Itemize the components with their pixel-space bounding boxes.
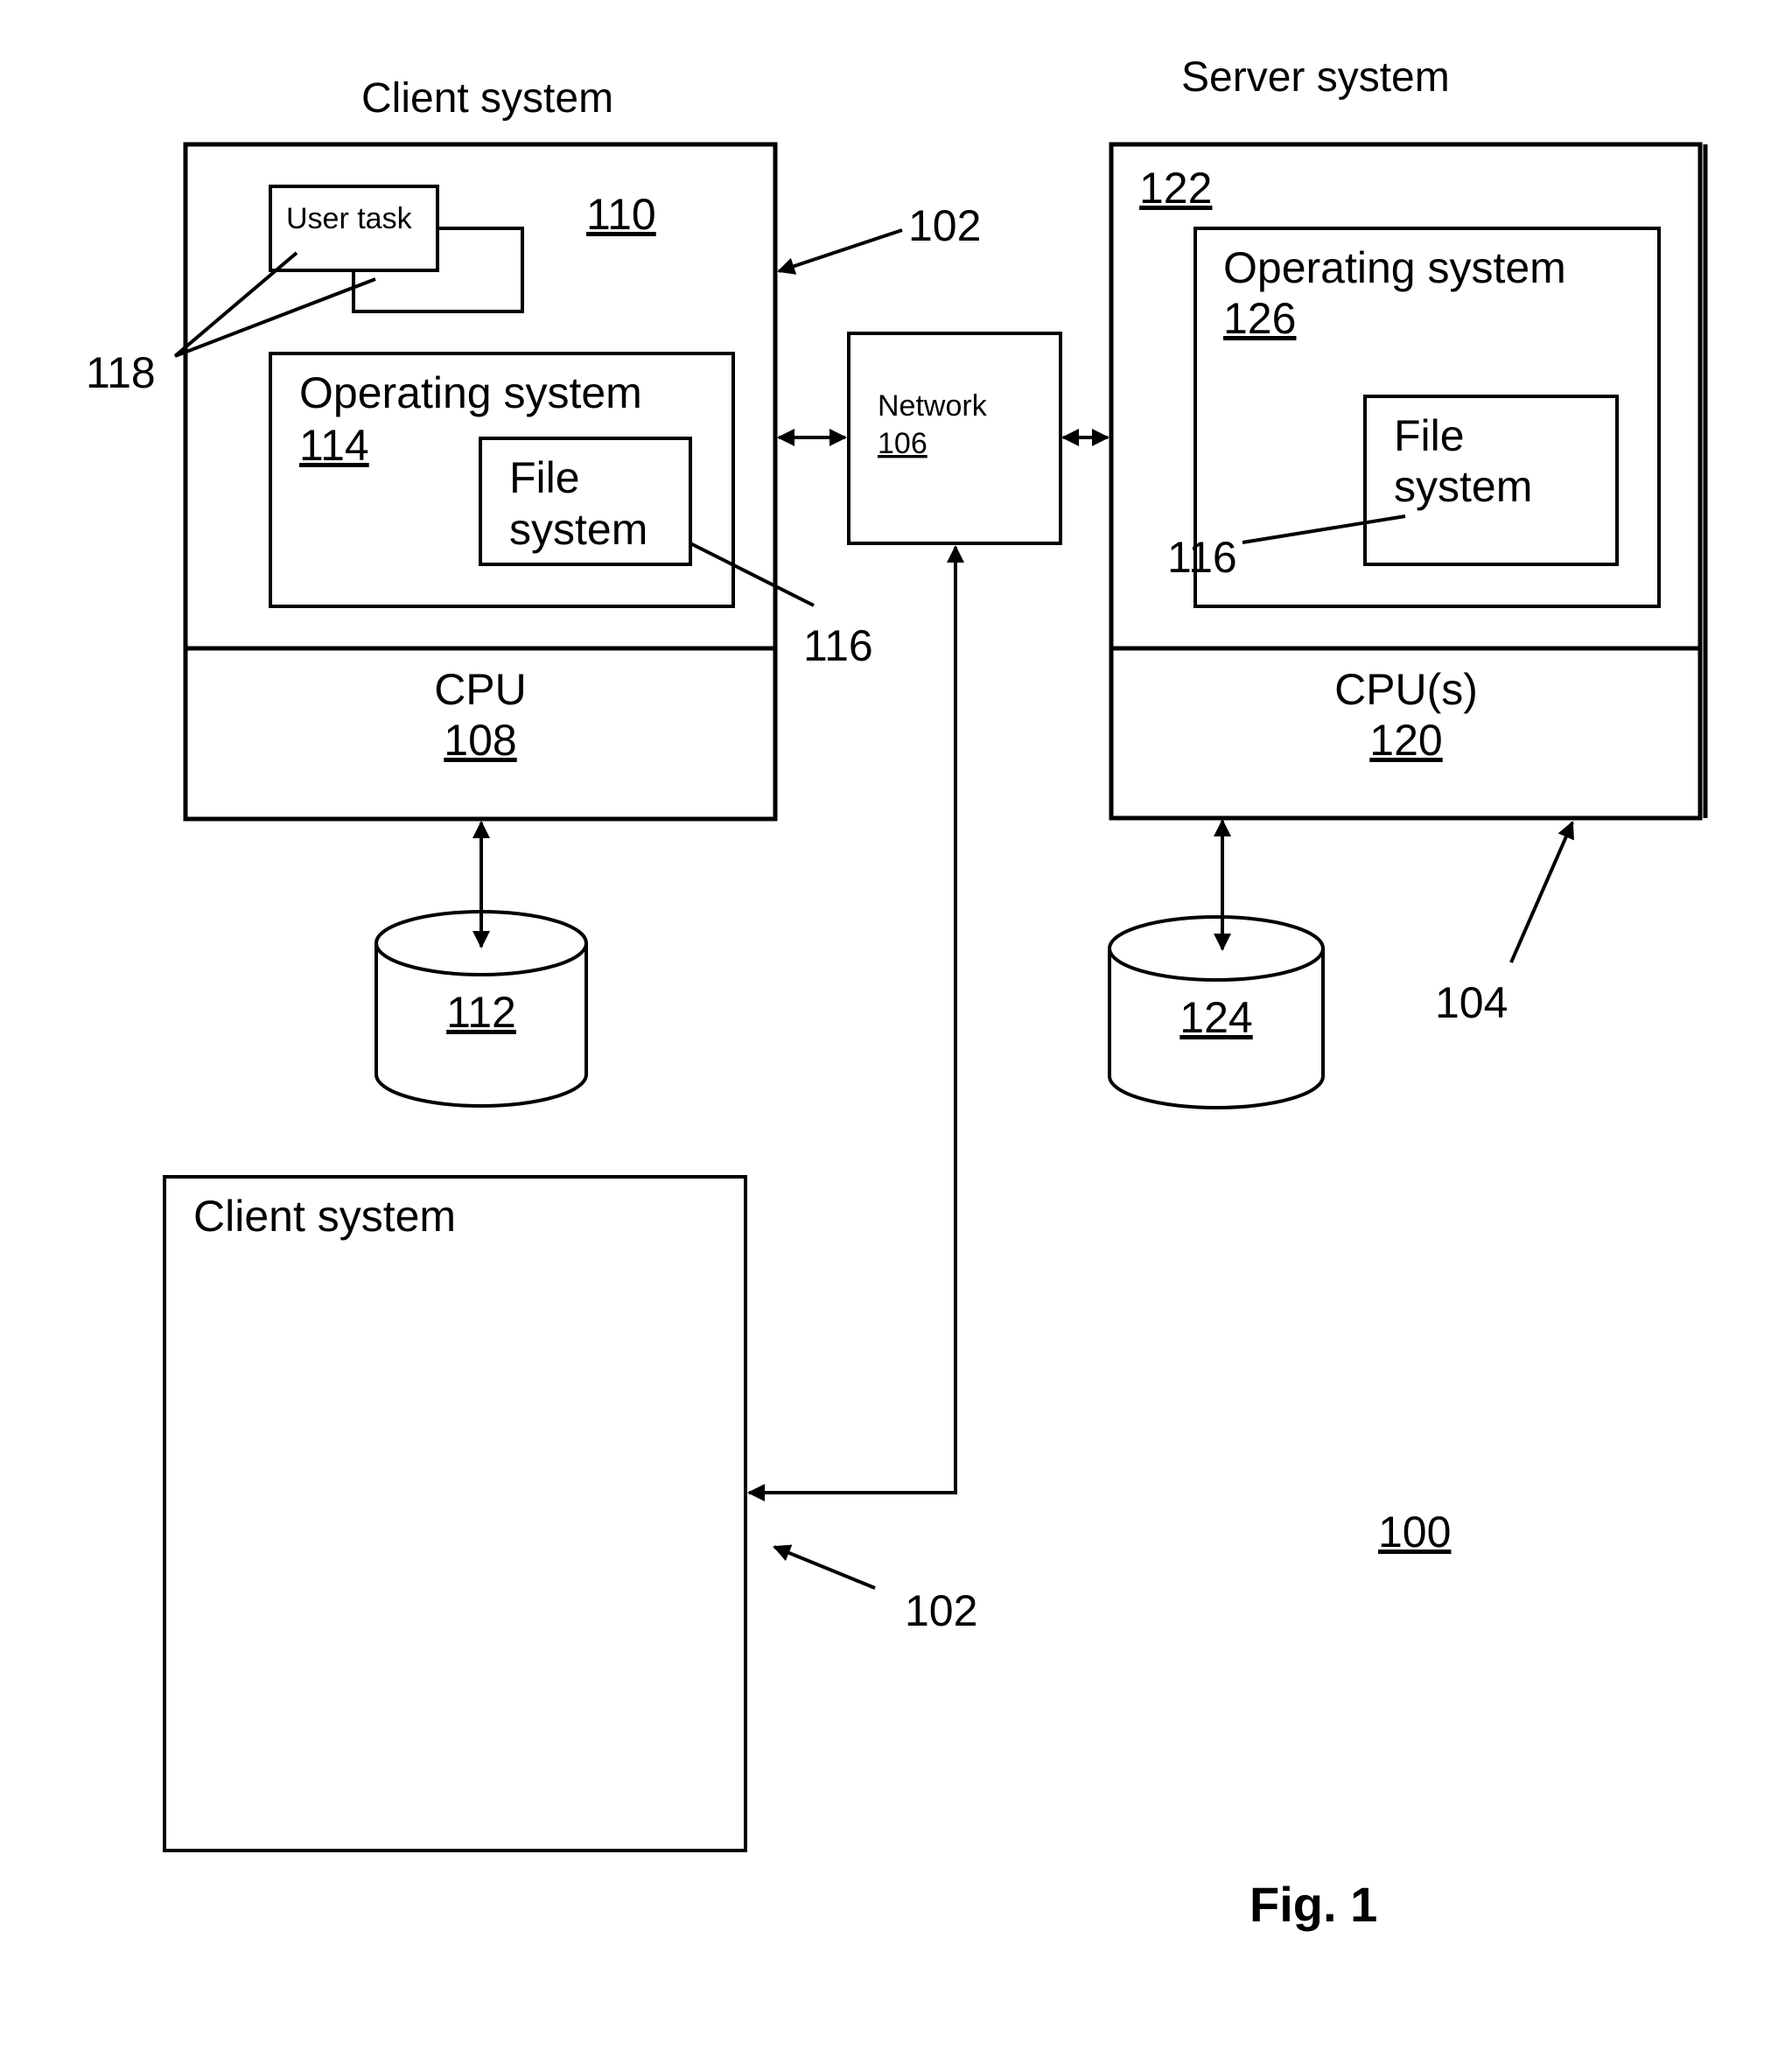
server-fs-line1: File [1394, 411, 1465, 460]
server-fs-ref: 116 [1167, 533, 1237, 582]
client-fs-ref: 116 [803, 621, 873, 670]
server-fs-leader-line [1242, 514, 1406, 544]
client-ref-arrow [777, 228, 903, 275]
server-cpu-label: CPU(s) [1334, 665, 1478, 714]
client-memory-ref: 110 [586, 190, 656, 239]
network-client2-connector [747, 545, 964, 1501]
server-storage-ref: 124 [1180, 993, 1252, 1042]
client-system-2-box [163, 1175, 747, 1852]
server-system-title: Server system [1181, 54, 1450, 101]
server-cpu-ref: 120 [1369, 716, 1442, 765]
client-os-ref: 114 [299, 421, 369, 470]
client-fs-leader-line [690, 542, 815, 607]
client-2-ref-label: 102 [905, 1586, 977, 1635]
server-fs-line2: system [1394, 462, 1532, 511]
client-system-2-title: Client system [193, 1192, 456, 1241]
client-storage-ref: 112 [446, 988, 516, 1037]
server-ref-arrow [1509, 821, 1574, 963]
server-ref-label: 104 [1435, 978, 1508, 1027]
client-os-label: Operating system [299, 368, 642, 417]
network-label: Network [878, 389, 988, 423]
system-diagram: Client system User task 118 110 102 Oper… [86, 54, 1708, 1932]
user-task-leader-line-1 [173, 251, 298, 358]
user-task-ref: 118 [86, 348, 156, 397]
client-fs-line1: File [509, 453, 580, 502]
server-os-label: Operating system [1223, 243, 1566, 292]
client-2-ref-arrow [773, 1544, 876, 1590]
client-ref-label: 102 [908, 201, 981, 250]
client-cpu-ref: 108 [444, 716, 516, 765]
client-fs-line2: system [509, 505, 648, 554]
client-cpu-label: CPU [434, 665, 527, 714]
server-memory-ref: 122 [1139, 164, 1212, 213]
user-task-leader-line-2 [174, 277, 376, 358]
user-task-label: User task [286, 202, 413, 235]
client-system-title: Client system [361, 75, 613, 122]
server-os-ref: 126 [1223, 294, 1296, 343]
figure-caption: Fig. 1 [1250, 1877, 1377, 1932]
system-ref: 100 [1378, 1508, 1451, 1557]
network-ref: 106 [878, 427, 928, 460]
